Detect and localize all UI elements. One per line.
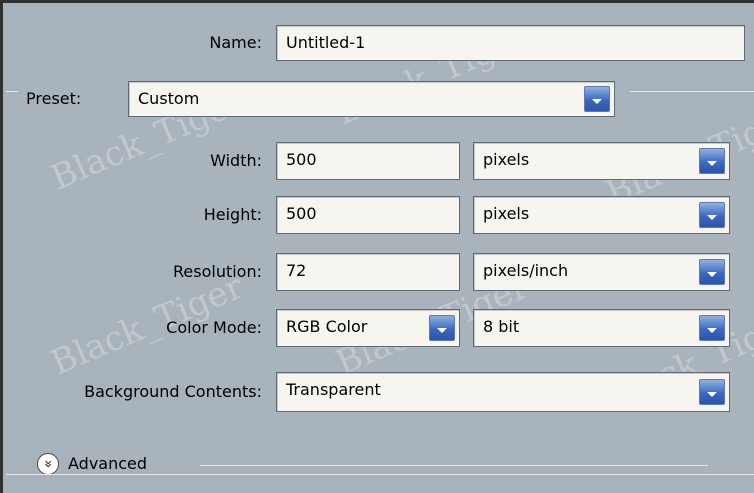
resolution-unit-value: pixels/inch (483, 261, 569, 280)
color-mode-label: Color Mode: (166, 318, 262, 337)
color-mode-select[interactable]: RGB Color (276, 309, 460, 347)
background-contents-value: Transparent (286, 380, 381, 399)
resolution-value: 72 (286, 261, 307, 280)
width-value: 500 (286, 150, 317, 169)
preset-group-line-right (630, 91, 754, 92)
left-border (0, 0, 3, 493)
background-contents-select[interactable]: Transparent (276, 372, 730, 412)
height-unit-value: pixels (483, 204, 530, 223)
top-border (0, 0, 754, 3)
name-value: Untitled-1 (286, 33, 366, 52)
chevron-down-icon[interactable] (429, 315, 455, 341)
preset-value: Custom (138, 89, 200, 108)
name-label: Name: (209, 33, 262, 52)
preset-label: Preset: (26, 89, 82, 108)
chevron-down-icon[interactable] (699, 315, 725, 341)
preset-select[interactable]: Custom (128, 81, 615, 117)
chevron-down-icon[interactable] (699, 202, 725, 228)
chevron-down-icon[interactable] (699, 379, 725, 405)
height-label: Height: (203, 205, 262, 224)
bit-depth-value: 8 bit (483, 317, 520, 336)
advanced-toggle-label[interactable]: Advanced (68, 454, 147, 474)
chevron-down-icon[interactable] (584, 86, 610, 112)
color-mode-value: RGB Color (286, 317, 368, 336)
name-field[interactable]: Untitled-1 (276, 25, 745, 61)
height-value: 500 (286, 204, 317, 223)
height-field[interactable]: 500 (276, 196, 460, 234)
advanced-group-line (200, 465, 708, 466)
height-unit-select[interactable]: pixels (473, 196, 730, 234)
width-unit-select[interactable]: pixels (473, 142, 730, 180)
resolution-unit-select[interactable]: pixels/inch (473, 253, 730, 291)
chevron-down-icon[interactable] (699, 259, 725, 285)
new-document-dialog: Black_Tiger Black_Tiger Black_Tiger Blac… (0, 0, 754, 493)
background-contents-label: Background Contents: (84, 382, 262, 401)
resolution-field[interactable]: 72 (276, 253, 460, 291)
chevron-down-icon[interactable] (699, 148, 725, 174)
bottom-divider (6, 474, 754, 475)
width-unit-value: pixels (483, 150, 530, 169)
expand-double-chevron-icon[interactable]: » (37, 453, 59, 475)
width-field[interactable]: 500 (276, 142, 460, 180)
preset-group-line-left (6, 91, 18, 92)
bit-depth-select[interactable]: 8 bit (473, 309, 730, 347)
resolution-label: Resolution: (173, 262, 262, 281)
width-label: Width: (210, 151, 262, 170)
